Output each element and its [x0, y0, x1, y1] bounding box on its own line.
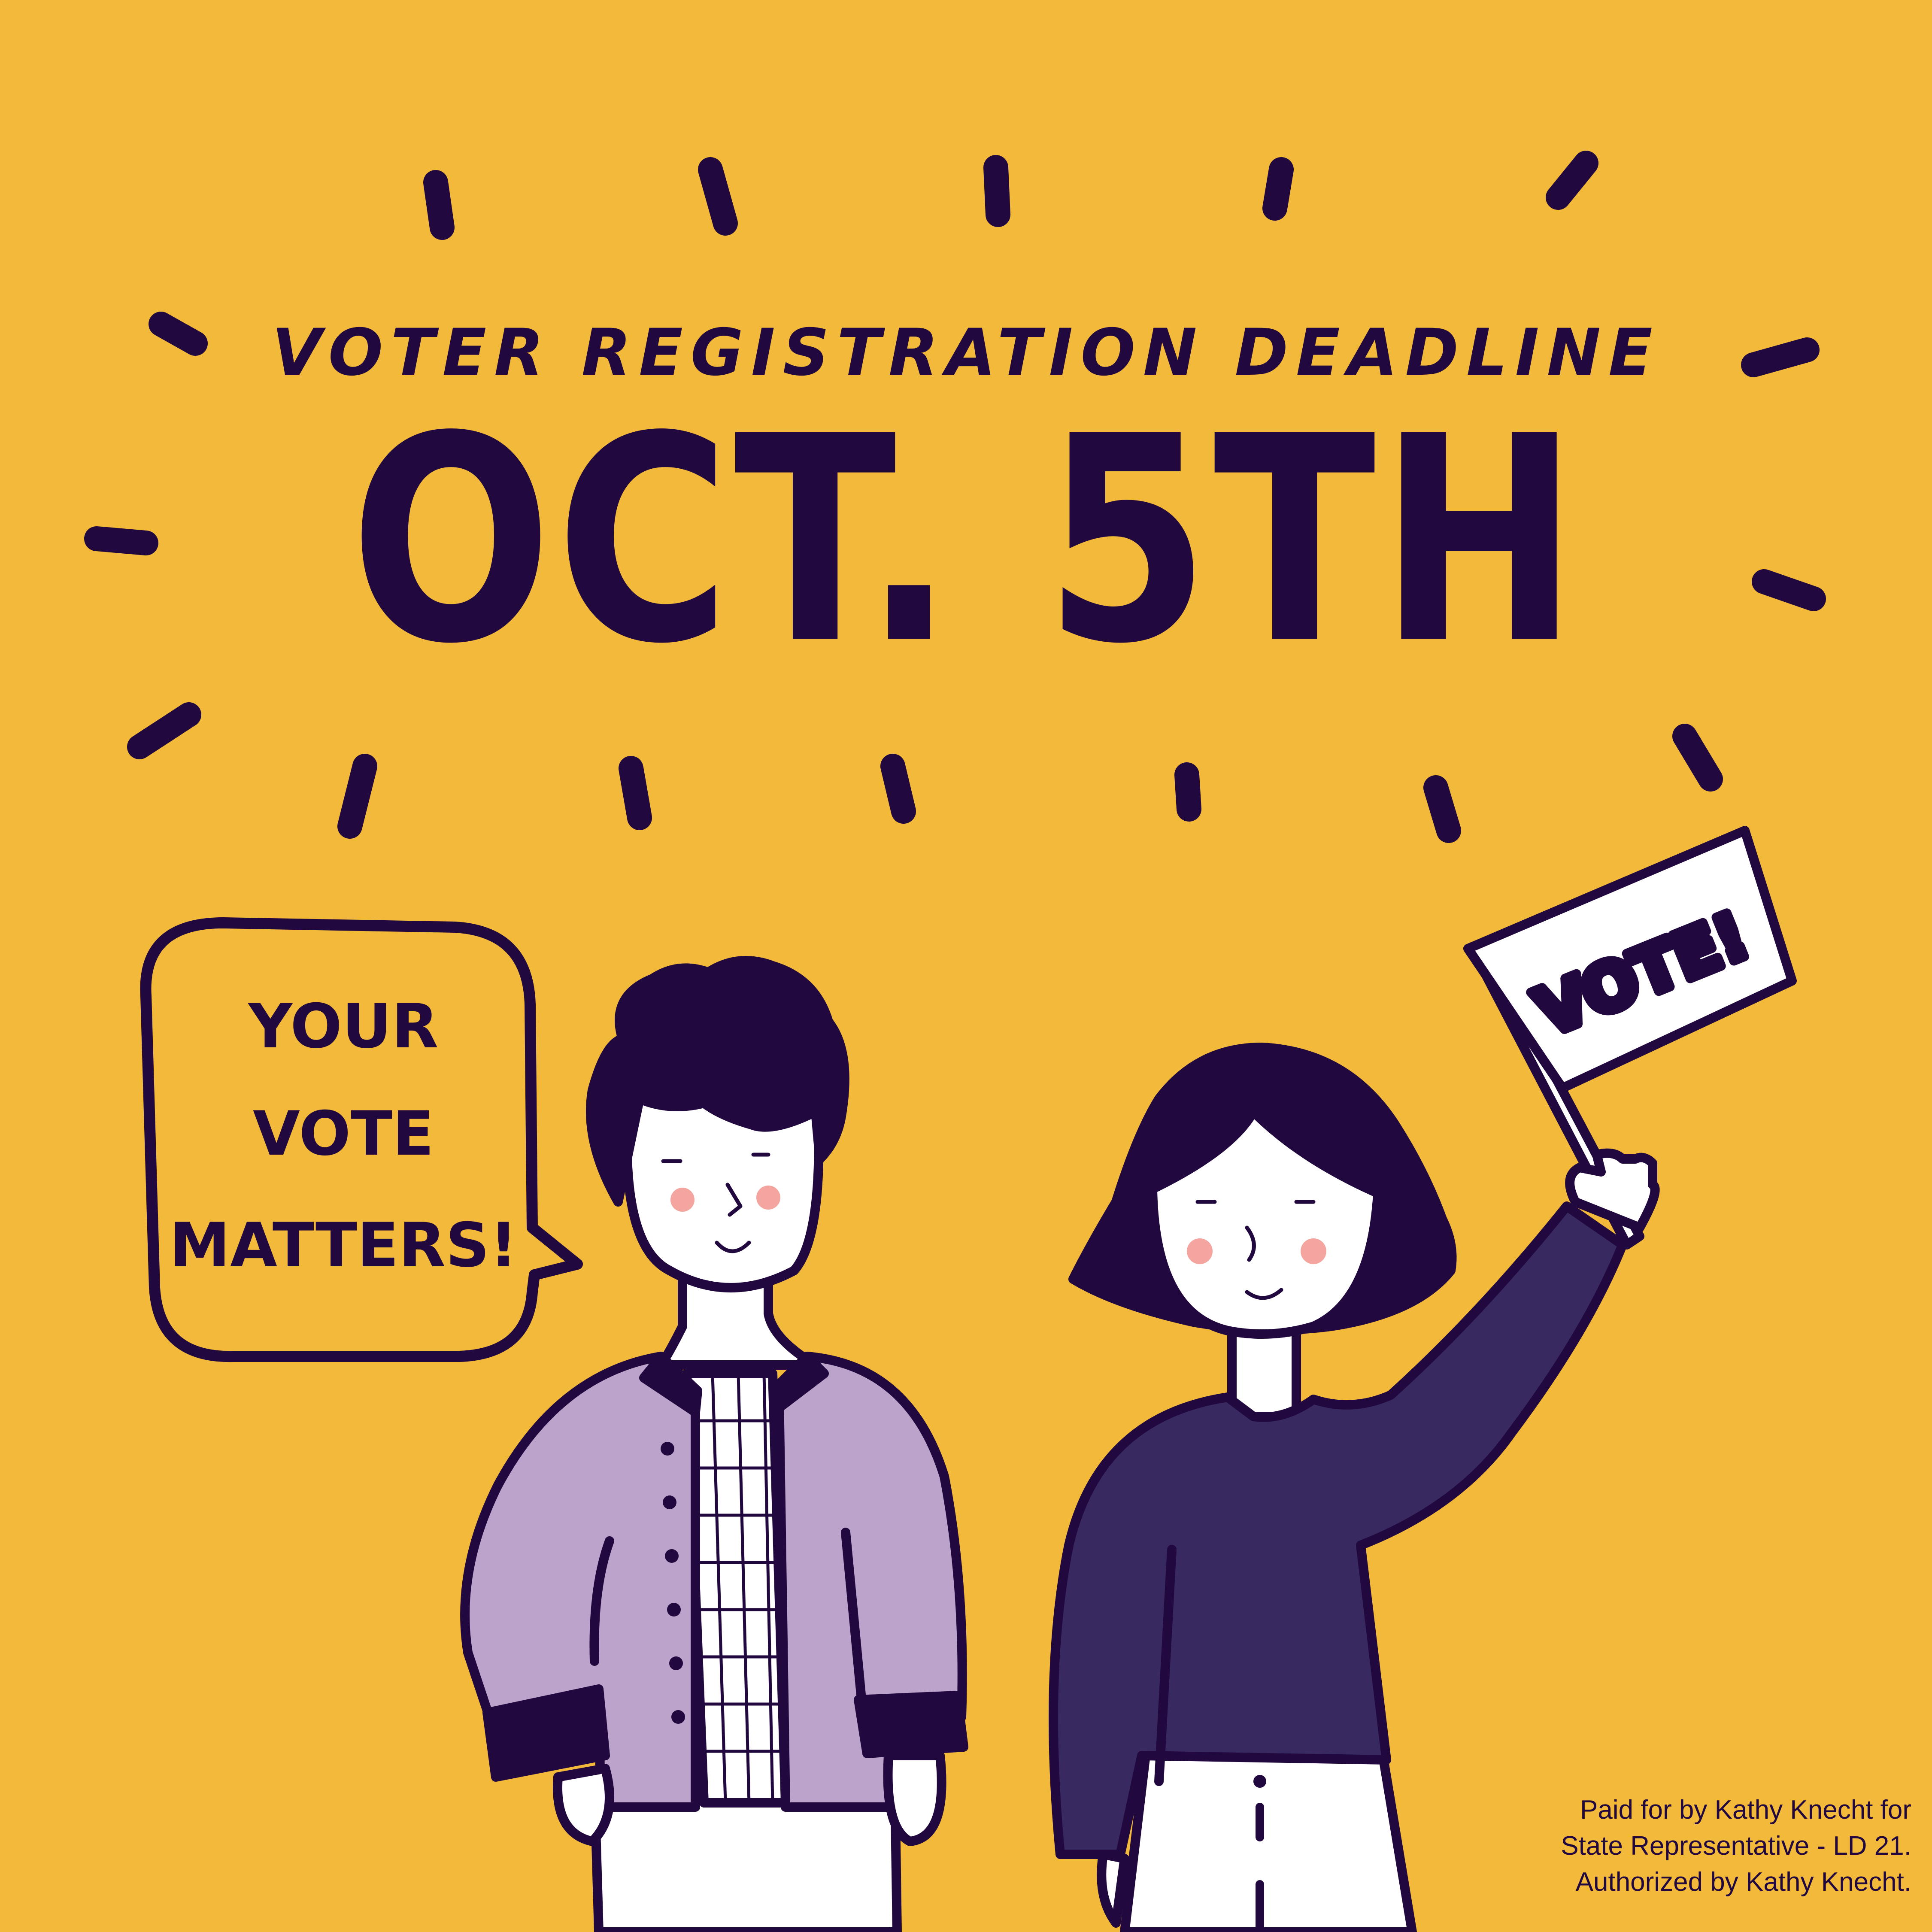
paid-for-disclaimer: Paid for by Kathy Knecht for State Repre…: [1439, 1792, 1911, 1900]
disclaimer-line-2: State Representative - LD 21.: [1561, 1831, 1911, 1861]
illustration: YOUR VOTE MATTERS! VOTE!: [140, 826, 1797, 1932]
disclaimer-line-3: Authorized by Kathy Knecht.: [1575, 1867, 1911, 1897]
right-figure: VOTE!: [1049, 826, 1797, 1932]
bubble-line-2: VOTE: [253, 1098, 434, 1169]
disclaimer-line-1: Paid for by Kathy Knecht for: [1580, 1795, 1911, 1825]
poster: VOTER REGISTRATION DEADLINE OCT. 5TH YOU…: [0, 0, 1932, 1932]
left-figure: [460, 956, 968, 1932]
speech-bubble: YOUR VOTE MATTERS!: [140, 917, 583, 1362]
bubble-line-3: MATTERS!: [170, 1210, 518, 1281]
bubble-line-1: YOUR: [247, 991, 438, 1062]
